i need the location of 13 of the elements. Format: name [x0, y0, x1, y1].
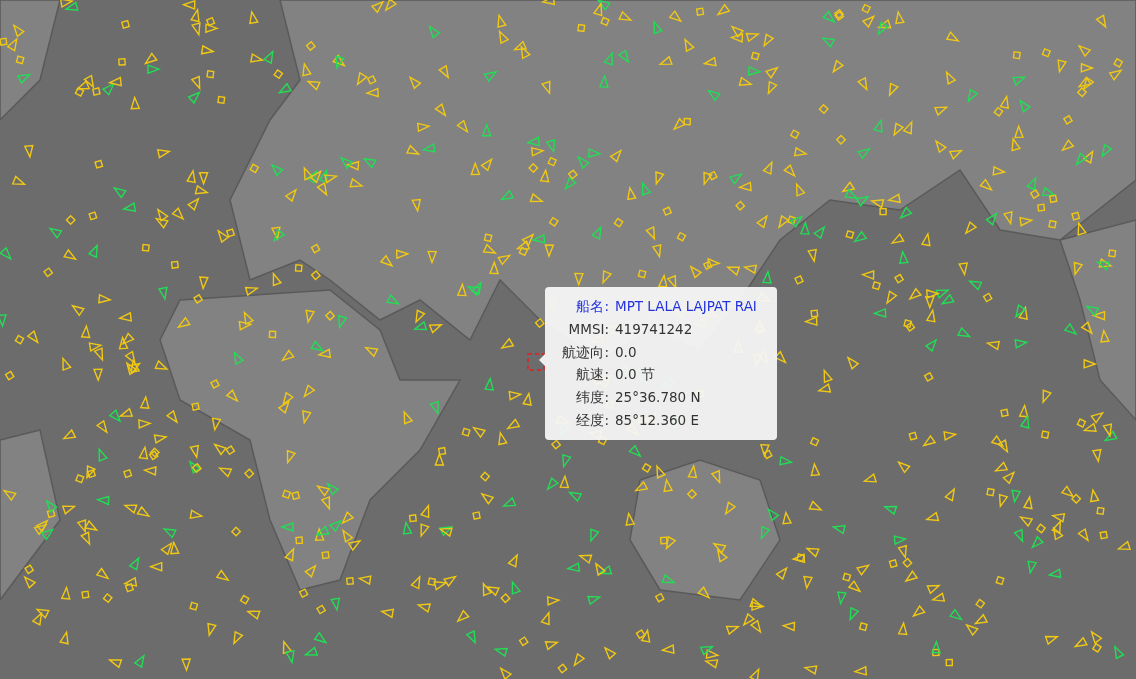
tooltip-label: MMSI: — [567, 319, 609, 339]
selection-marker-icon — [527, 353, 545, 371]
tooltip-value: 419741242 — [615, 319, 693, 339]
tooltip-label: 经度: — [575, 411, 609, 430]
tooltip-label: 航迹向: — [561, 342, 609, 362]
tooltip-value: 25°36.780 N — [615, 388, 701, 408]
tooltip-value: MPT LALA LAJPAT RAI — [615, 297, 757, 316]
tooltip-value: 85°12.360 E — [615, 411, 699, 430]
tooltip-value: 0.0 节 — [615, 365, 655, 385]
tooltip-label: 航速: — [575, 365, 609, 385]
tooltip-value: 0.0 — [615, 342, 637, 362]
tooltip-label: 纬度: — [575, 388, 609, 408]
tooltip-label: 船名: — [575, 297, 609, 316]
